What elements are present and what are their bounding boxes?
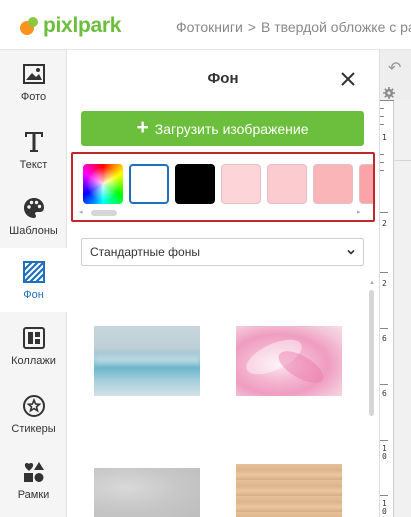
collage-icon [21, 325, 47, 351]
tool-label: Фото [20, 91, 47, 103]
swatch-pale-pink[interactable] [221, 164, 261, 204]
ruler-label: 6 [382, 389, 387, 398]
background-thumbnail-wood[interactable] [236, 464, 342, 517]
background-thumbnail-sea[interactable] [94, 326, 200, 396]
tool-label: Рамки [17, 489, 50, 501]
scroll-left-arrow-icon[interactable]: ◂ [79, 208, 83, 216]
close-button[interactable] [339, 70, 357, 88]
swatch-black[interactable] [175, 164, 215, 204]
tool-label: Шаблоны [9, 225, 58, 237]
swatch-salmon-pink[interactable] [359, 164, 373, 204]
frame-shapes-icon [21, 459, 47, 485]
gear-icon[interactable] [383, 87, 395, 99]
chevron-down-icon [347, 249, 355, 255]
tool-frames[interactable]: Рамки [0, 448, 67, 512]
tool-templates[interactable]: Шаблоны [0, 184, 67, 248]
tool-label: Фон [23, 289, 44, 301]
swatch-light-pink[interactable] [267, 164, 307, 204]
top-header: pixlpark Фотокниги > В твердой обложке с р… [0, 0, 411, 50]
breadcrumb-item[interactable]: В твердой обложке с ра [261, 19, 411, 35]
text-icon [21, 129, 47, 155]
canvas-edge: ↶ 1 2 2 6 6 1 0 1 0 [379, 50, 411, 517]
ruler-label: 2 [382, 219, 387, 228]
background-panel: Фон + Загрузить изображение ◂ ▸ Стандарт… [67, 50, 379, 517]
tool-background[interactable]: Фон [0, 248, 67, 312]
select-value: Стандартные фоны [90, 245, 200, 259]
close-icon [341, 72, 355, 86]
left-toolbar: Фото Текст Шаблоны Фон Коллажи Стикеры Р… [0, 50, 67, 517]
ruler-label: 2 [382, 279, 387, 288]
ruler-label: 1 0 [382, 444, 387, 461]
tool-label: Коллажи [11, 355, 56, 367]
ruler-label: 1 [382, 133, 387, 142]
logo-mark-icon [20, 16, 40, 36]
plus-icon: + [136, 116, 149, 139]
breadcrumb-separator: > [247, 19, 256, 35]
color-picker-swatch[interactable] [83, 164, 123, 204]
background-category-select[interactable]: Стандартные фоны [81, 238, 364, 266]
background-thumbnail-flower[interactable] [236, 326, 342, 396]
palette-icon [21, 195, 47, 221]
background-pattern-icon [21, 259, 47, 285]
sticker-icon [21, 393, 47, 419]
logo-text: pixlpark [43, 14, 122, 37]
scroll-right-arrow-icon[interactable]: ▸ [357, 208, 361, 216]
tool-collages[interactable]: Коллажи [0, 314, 67, 378]
tool-text[interactable]: Текст [0, 118, 67, 182]
tool-stickers[interactable]: Стикеры [0, 382, 67, 446]
ruler-label: 1 0 [382, 499, 387, 516]
tool-label: Текст [19, 159, 48, 171]
canvas-area[interactable] [395, 100, 411, 517]
background-thumbnail-concrete[interactable] [94, 468, 200, 517]
scroll-up-arrow-icon[interactable]: ▲ [369, 280, 375, 286]
vertical-ruler: 1 2 2 6 6 1 0 1 0 [380, 100, 394, 517]
logo[interactable]: pixlpark [20, 14, 121, 38]
breadcrumb-item[interactable]: Фотокниги [176, 19, 243, 35]
tool-label: Стикеры [11, 423, 56, 435]
upload-label: Загрузить изображение [154, 120, 309, 137]
upload-image-button[interactable]: + Загрузить изображение [81, 111, 364, 146]
vertical-scrollbar-thumb[interactable] [369, 290, 374, 416]
panel-title: Фон [207, 70, 239, 87]
image-icon [21, 61, 47, 87]
ruler-label: 6 [382, 334, 387, 343]
swatch-pink[interactable] [313, 164, 353, 204]
undo-icon[interactable]: ↶ [388, 58, 401, 78]
breadcrumb: Фотокниги > В твердой обложке с ра [176, 19, 411, 35]
tool-photo[interactable]: Фото [0, 50, 67, 114]
horizontal-scrollbar-thumb[interactable] [91, 210, 117, 216]
color-swatch-strip: ◂ ▸ [71, 152, 375, 222]
swatch-white[interactable] [129, 164, 169, 204]
